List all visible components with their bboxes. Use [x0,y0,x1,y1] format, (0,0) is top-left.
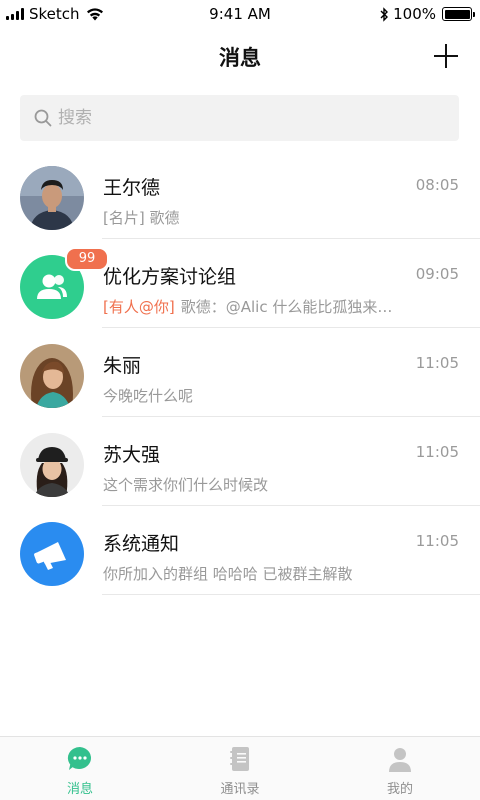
tab-label: 消息 [66,782,93,797]
conversation-row[interactable]: 朱丽 11:05 今晚吃什么呢 [0,328,480,417]
row-divider [102,594,480,595]
conversation-row[interactable]: 系统通知 11:05 你所加入的群组 哈哈哈 已被群主解散 [0,506,480,595]
avatar [20,166,84,230]
conversation-time: 11:05 [415,443,459,461]
avatar-photo-man [20,166,84,230]
conversation-name: 朱丽 [103,355,142,377]
avatar-photo-woman [20,344,84,408]
unread-badge: 99 [65,247,109,271]
search-bar[interactable] [20,95,459,141]
avatar [20,433,84,497]
tab-label: 通讯录 [220,782,260,797]
conversation-time: 08:05 [415,176,459,194]
conversation-preview-line: [有人@你] 歌德：@Alic 什么能比孤独来… [103,296,423,317]
conversation-preview: 这个需求你们什么时候改 [103,476,269,494]
nav-bar: 消息 [0,28,480,84]
conversation-row[interactable]: 王尔德 08:05 [名片] 歌德 [0,150,480,239]
megaphone-icon [34,542,66,570]
conversation-preview: 你所加入的群组 哈哈哈 已被群主解散 [103,565,353,583]
conversation-time: 11:05 [415,354,459,372]
battery-icon [442,7,475,21]
battery-percent: 100% [393,5,436,23]
tab-profile[interactable]: 我的 [320,737,480,800]
tab-messages[interactable]: 消息 [0,737,160,800]
search-icon [34,109,52,127]
conversation-time: 11:05 [415,532,459,550]
conversation-preview: 今晚吃什么呢 [103,387,194,405]
chat-bubble-icon [67,746,92,770]
conversation-list: 王尔德 08:05 [名片] 歌德 优化方案讨论组 09:05 [有人@你] 歌德… [0,150,480,595]
avatar [20,522,84,586]
conversation-name: 系统通知 [103,533,180,555]
conversation-preview: [名片] 歌德 [103,209,180,227]
contacts-book-icon [230,747,249,771]
avatar [20,344,84,408]
conversation-name: 苏大强 [103,444,161,466]
conversation-name: 优化方案讨论组 [103,266,237,288]
add-button[interactable] [430,40,462,72]
tab-label: 我的 [386,782,413,797]
conversation-name: 王尔德 [103,177,161,199]
tab-contacts[interactable]: 通讯录 [160,737,320,800]
status-right: 100% [379,5,475,23]
search-input[interactable] [58,108,438,128]
conversation-preview: 歌德：@Alic 什么能比孤独来… [180,298,393,316]
mention-tag: [有人@你] [103,298,175,316]
page-title: 消息 [219,46,261,70]
person-icon [389,748,411,772]
bluetooth-icon [380,6,389,22]
conversation-time: 09:05 [415,265,459,283]
avatar-photo-woman-cap [20,433,84,497]
tab-bar: 消息 通讯录 我的 [0,736,480,800]
status-bar: Sketch 9:41 AM 100% [0,0,480,28]
conversation-row[interactable]: 苏大强 11:05 这个需求你们什么时候改 [0,417,480,506]
